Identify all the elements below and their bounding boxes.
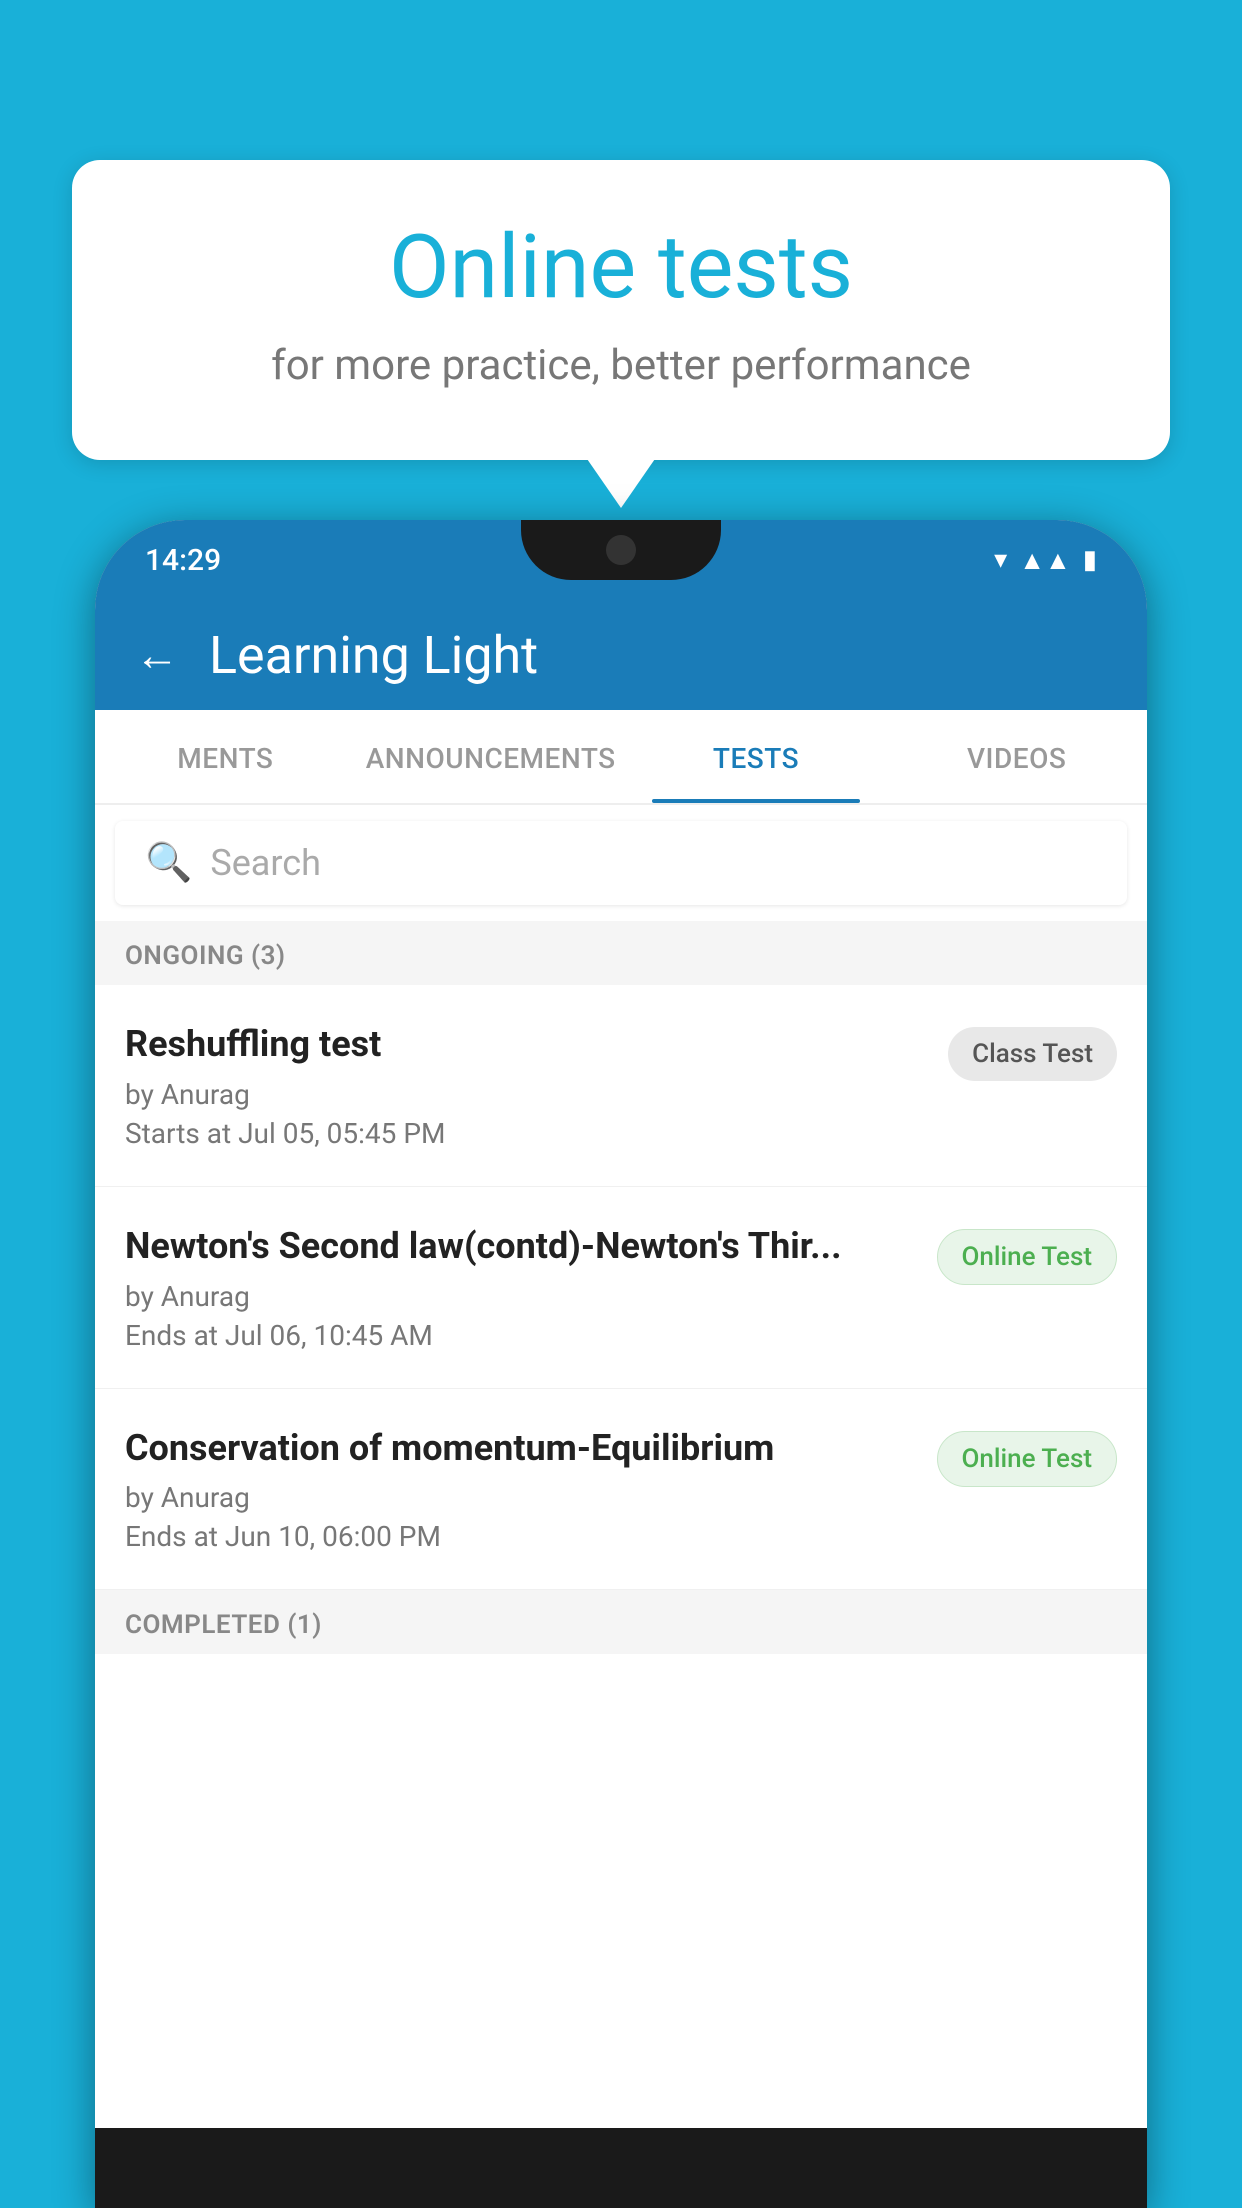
test-info-1: Reshuffling test by Anurag Starts at Jul…	[125, 1021, 928, 1150]
camera-icon	[606, 535, 636, 565]
scrollable-content: 🔍 Search ONGOING (3) Reshuffling test by…	[95, 805, 1147, 2128]
search-icon: 🔍	[145, 841, 192, 885]
search-bar[interactable]: 🔍 Search	[115, 821, 1127, 905]
test-author-1: by Anurag	[125, 1078, 928, 1111]
tab-videos[interactable]: VIDEOS	[886, 710, 1147, 803]
tab-announcements[interactable]: ANNOUNCEMENTS	[356, 710, 626, 803]
phone-notch	[521, 520, 721, 580]
app-title: Learning Light	[209, 625, 538, 686]
promo-card: Online tests for more practice, better p…	[72, 160, 1170, 460]
status-bar: 14:29 ▾ ▲▲ ▮	[95, 520, 1147, 600]
tab-ments[interactable]: MENTS	[95, 710, 356, 803]
phone-screen: 14:29 ▾ ▲▲ ▮ ← Learning Light MENTS ANNO…	[95, 520, 1147, 2128]
test-date-3: Ends at Jun 10, 06:00 PM	[125, 1520, 917, 1553]
test-item-2[interactable]: Newton's Second law(contd)-Newton's Thir…	[95, 1187, 1147, 1389]
tabs-container: MENTS ANNOUNCEMENTS TESTS VIDEOS	[95, 710, 1147, 805]
phone-mockup: 14:29 ▾ ▲▲ ▮ ← Learning Light MENTS ANNO…	[95, 520, 1147, 2208]
test-info-3: Conservation of momentum-Equilibrium by …	[125, 1425, 917, 1554]
battery-icon: ▮	[1083, 545, 1097, 575]
signal-icon: ▲▲	[1019, 545, 1070, 576]
completed-section-header: COMPLETED (1)	[95, 1590, 1147, 1654]
status-time: 14:29	[145, 543, 221, 578]
test-badge-3: Online Test	[937, 1431, 1118, 1487]
test-item-3[interactable]: Conservation of momentum-Equilibrium by …	[95, 1389, 1147, 1591]
test-badge-2: Online Test	[937, 1229, 1118, 1285]
ongoing-section-header: ONGOING (3)	[95, 921, 1147, 985]
search-placeholder: Search	[210, 842, 321, 884]
test-date-2: Ends at Jul 06, 10:45 AM	[125, 1319, 917, 1352]
test-info-2: Newton's Second law(contd)-Newton's Thir…	[125, 1223, 917, 1352]
tab-tests[interactable]: TESTS	[626, 710, 887, 803]
bubble-title: Online tests	[122, 220, 1120, 317]
test-list: Reshuffling test by Anurag Starts at Jul…	[95, 985, 1147, 1590]
test-author-3: by Anurag	[125, 1481, 917, 1514]
test-item-1[interactable]: Reshuffling test by Anurag Starts at Jul…	[95, 985, 1147, 1187]
test-date-1: Starts at Jul 05, 05:45 PM	[125, 1117, 928, 1150]
app-header: ← Learning Light	[95, 600, 1147, 710]
test-title-1: Reshuffling test	[125, 1021, 928, 1068]
back-button[interactable]: ←	[135, 629, 179, 681]
bubble-subtitle: for more practice, better performance	[122, 341, 1120, 390]
test-badge-1: Class Test	[948, 1027, 1117, 1081]
test-title-2: Newton's Second law(contd)-Newton's Thir…	[125, 1223, 917, 1270]
test-title-3: Conservation of momentum-Equilibrium	[125, 1425, 917, 1472]
test-author-2: by Anurag	[125, 1280, 917, 1313]
wifi-icon: ▾	[994, 545, 1007, 575]
status-icons: ▾ ▲▲ ▮	[994, 545, 1097, 576]
